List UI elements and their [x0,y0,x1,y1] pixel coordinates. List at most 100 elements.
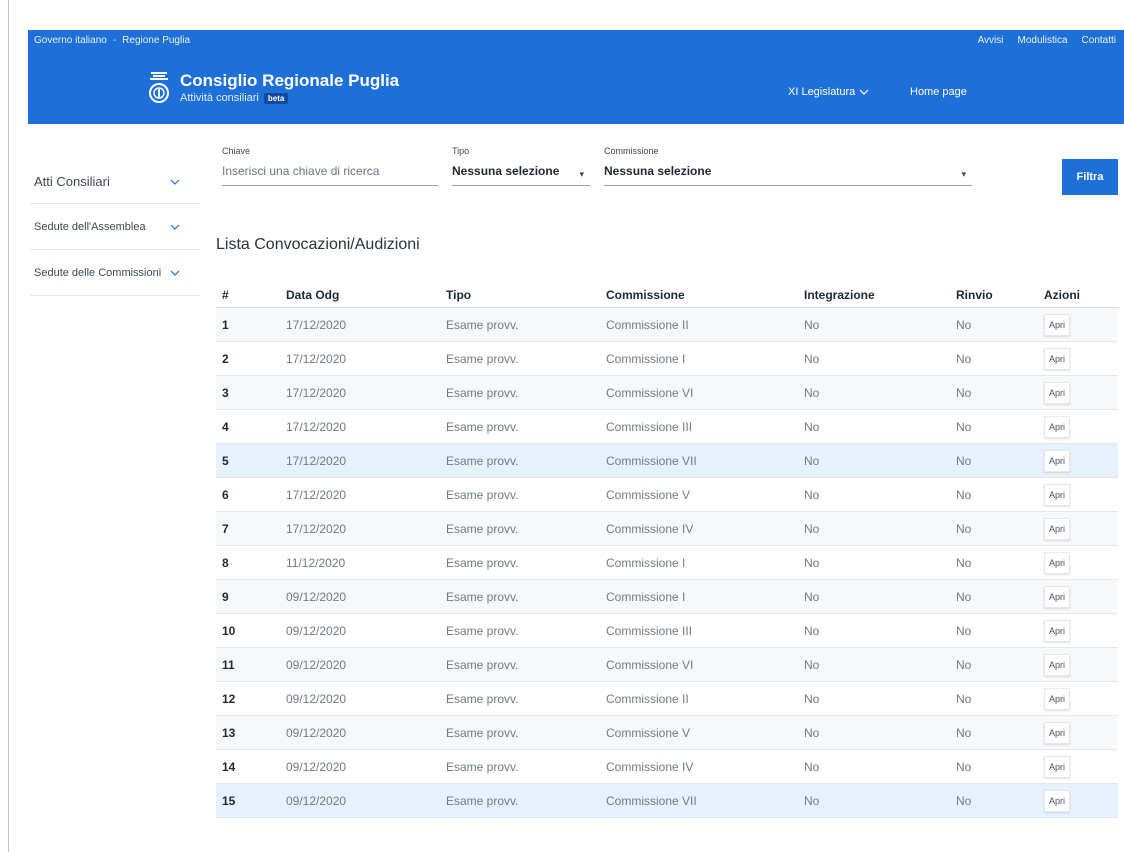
row-commissione: Commissione III [606,623,693,638]
row-commissione: Commissione II [606,317,689,332]
brand[interactable]: Consiglio Regionale Puglia Attività cons… [148,70,399,106]
window-edge [8,0,9,852]
apri-button[interactable]: Apri [1044,551,1070,574]
col-header-commissione: Commissione [606,287,685,302]
apri-button[interactable]: Apri [1044,449,1070,472]
row-azioni: Apri [1044,551,1118,574]
apri-button[interactable]: Apri [1044,415,1070,438]
col-header-integrazione: Integrazione [804,287,875,302]
apri-button[interactable]: Apri [1044,483,1070,506]
table-row: 5 17/12/2020 Esame provv. Commissione VII No… [216,444,1118,478]
apri-button[interactable]: Apri [1044,653,1070,676]
link-regione-puglia[interactable]: Regione Puglia [122,35,190,46]
row-commissione: Commissione IV [606,521,694,536]
row-azioni: Apri [1044,347,1118,370]
apri-button[interactable]: Apri [1044,789,1070,812]
filtra-button[interactable]: Filtra [1062,159,1118,195]
row-data-odg: 11/12/2020 [286,555,346,570]
row-data-odg: 09/12/2020 [286,725,347,740]
apri-button[interactable]: Apri [1044,347,1070,370]
row-integrazione: No [804,317,820,332]
sidebar-item-sedute-commissioni[interactable]: Sedute delle Commissioni [30,250,200,296]
site-header: Governo italiano - Regione Puglia Avvisi… [28,30,1124,124]
row-rinvio: No [956,589,972,604]
row-commissione: Commissione VI [606,657,694,672]
apri-button[interactable]: Apri [1044,687,1070,710]
apri-button[interactable]: Apri [1044,517,1070,540]
row-number: 9 [222,589,229,604]
row-integrazione: No [804,691,820,706]
tipo-select[interactable]: Nessuna selezione ▾ [452,164,590,186]
link-avvisi[interactable]: Avvisi [978,35,1004,46]
row-integrazione: No [804,793,820,808]
row-commissione: Commissione I [606,555,686,570]
table-row: 15 09/12/2020 Esame provv. Commissione VII N… [216,784,1118,818]
sidebar: Atti Consiliari Sedute dell'Assemblea Se… [30,160,200,296]
link-modulistica[interactable]: Modulistica [1018,35,1068,46]
row-tipo: Esame provv. [446,385,519,400]
row-tipo: Esame provv. [446,317,519,332]
row-azioni: Apri [1044,755,1118,778]
apri-button[interactable]: Apri [1044,313,1070,336]
row-data-odg: 17/12/2020 [286,385,347,400]
row-rinvio: No [956,521,972,536]
row-number: 14 [222,759,236,774]
col-header-number: # [222,287,229,302]
council-logo-icon [149,72,169,103]
row-number: 7 [222,521,229,536]
row-data-odg: 09/12/2020 [286,589,347,604]
apri-button[interactable]: Apri [1044,619,1070,642]
legislatura-label: XI Legislatura [788,86,856,98]
row-tipo: Esame provv. [446,691,519,706]
row-commissione: Commissione V [606,725,691,740]
sidebar-item-atti-consiliari[interactable]: Atti Consiliari [30,160,200,204]
row-number: 10 [222,623,236,638]
row-data-odg: 17/12/2020 [286,453,347,468]
row-number: 13 [222,725,236,740]
row-integrazione: No [804,657,820,672]
row-commissione: Commissione II [606,691,689,706]
row-tipo: Esame provv. [446,419,519,434]
legislatura-dropdown[interactable]: XI Legislatura [788,86,869,98]
row-rinvio: No [956,793,972,808]
row-azioni: Apri [1044,517,1118,540]
row-integrazione: No [804,555,820,570]
home-page-link[interactable]: Home page [910,86,967,98]
link-governo-italiano[interactable]: Governo italiano [34,35,107,46]
commissione-select[interactable]: Nessuna selezione ▾ [604,164,972,186]
row-rinvio: No [956,419,972,434]
row-azioni: Apri [1044,585,1118,608]
row-rinvio: No [956,657,972,672]
caret-down-icon: ▾ [579,169,584,179]
table-row: 7 17/12/2020 Esame provv. Commissione IV No N… [216,512,1118,546]
sidebar-item-sedute-assemblea[interactable]: Sedute dell'Assemblea [30,204,200,250]
row-rinvio: No [956,759,972,774]
table-row: 9 09/12/2020 Esame provv. Commissione I No No… [216,580,1118,614]
list-title: Lista Convocazioni/Audizioni [216,236,420,253]
row-rinvio: No [956,317,972,332]
apri-button[interactable]: Apri [1044,721,1070,744]
table-header: # Data Odg Tipo Commissione Integrazione… [216,282,1118,308]
chiave-input[interactable]: Inserisci una chiave di ricerca [222,164,438,186]
brand-title: Consiglio Regionale Puglia [180,71,400,90]
row-rinvio: No [956,623,972,638]
row-rinvio: No [956,453,972,468]
row-rinvio: No [956,385,972,400]
row-integrazione: No [804,419,820,434]
row-integrazione: No [804,487,820,502]
top-bar: Governo italiano - Regione Puglia Avvisi… [28,30,1124,54]
apri-button[interactable]: Apri [1044,755,1070,778]
filter-chiave: Chiave Inserisci una chiave di ricerca [222,146,438,186]
table-row: 10 09/12/2020 Esame provv. Commissione III N… [216,614,1118,648]
link-contatti[interactable]: Contatti [1082,35,1116,46]
row-commissione: Commissione V [606,487,691,502]
table-row: 13 09/12/2020 Esame provv. Commissione V No N… [216,716,1118,750]
row-commissione: Commissione III [606,419,693,434]
row-tipo: Esame provv. [446,623,519,638]
apri-button[interactable]: Apri [1044,381,1070,404]
table-row: 12 09/12/2020 Esame provv. Commissione II No… [216,682,1118,716]
chevron-down-icon [859,89,869,95]
table-row: 6 17/12/2020 Esame provv. Commissione V No No… [216,478,1118,512]
row-number: 6 [222,487,229,502]
apri-button[interactable]: Apri [1044,585,1070,608]
